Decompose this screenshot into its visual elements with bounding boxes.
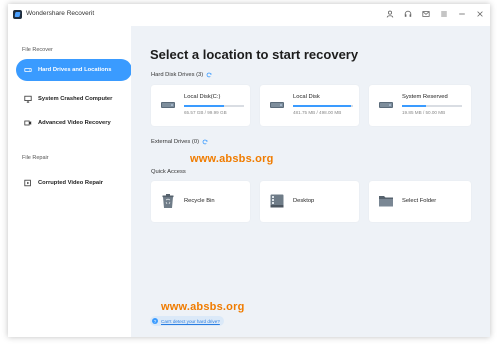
sidebar-item-system-crashed[interactable]: System Crashed Computer — [16, 88, 124, 110]
sidebar-item-label: Corrupted Video Repair — [38, 180, 103, 186]
mail-icon[interactable] — [421, 9, 430, 18]
section-label-file-repair: File Repair — [22, 155, 49, 161]
quick-access-name: Desktop — [293, 198, 315, 204]
hard-disk-group-label: Hard Disk Drives (3) — [151, 72, 212, 78]
drive-size: 481.75 MB / 498.00 MB — [293, 110, 342, 115]
drive-size: 19.85 MB / 50.00 MB — [402, 110, 446, 115]
title-bar: Wondershare Recoverit — [8, 4, 490, 26]
sidebar-item-hard-drives[interactable]: Hard Drives and Locations — [16, 59, 132, 81]
external-drives-label: External Drives (0) — [151, 139, 208, 145]
drive-card-system-reserved[interactable]: System Reserved 19.85 MB / 50.00 MB — [369, 85, 471, 126]
hard-drive-icon — [161, 102, 175, 108]
video-repair-icon — [24, 179, 32, 187]
video-icon — [24, 119, 32, 127]
section-label-file-recover: File Recover — [22, 47, 53, 53]
drive-usage-bar — [402, 105, 462, 107]
sidebar-item-advanced-video[interactable]: Advanced Video Recovery — [16, 112, 124, 134]
headset-icon[interactable] — [403, 9, 412, 18]
page-title: Select a location to start recovery — [150, 47, 359, 62]
quick-access-recycle-bin[interactable]: Recycle Bin — [151, 181, 250, 222]
sidebar-item-label: Advanced Video Recovery — [38, 120, 111, 126]
drive-card-local-disk[interactable]: Local Disk 481.75 MB / 498.00 MB — [260, 85, 359, 126]
drive-usage-bar — [293, 105, 353, 107]
refresh-icon[interactable] — [206, 72, 212, 78]
watermark-text: www.absbs.org — [190, 153, 274, 165]
hard-drive-icon — [270, 102, 284, 108]
title-bar-controls — [385, 9, 484, 18]
close-icon[interactable] — [475, 9, 484, 18]
quick-access-label: Quick Access — [151, 169, 186, 175]
question-icon: ? — [152, 318, 158, 324]
drive-card-local-disk-c[interactable]: Local Disk(C:) 65.57 GB / 99.99 GB — [151, 85, 250, 126]
watermark-text: www.absbs.org — [161, 301, 245, 313]
drive-usage-fill — [293, 105, 352, 107]
drive-name: System Reserved — [402, 94, 448, 100]
quick-access-label-text: Quick Access — [151, 169, 186, 175]
hard-drive-icon — [379, 102, 393, 108]
sidebar: File Recover Hard Drives and Locations S… — [8, 26, 132, 337]
sidebar-item-label: Hard Drives and Locations — [38, 67, 112, 73]
main-panel: Select a location to start recovery Hard… — [131, 26, 490, 337]
drive-name: Local Disk(C:) — [184, 94, 221, 100]
recycle-bin-icon — [162, 194, 174, 208]
user-icon[interactable] — [385, 9, 394, 18]
hard-drive-help-link[interactable]: ? Can't detect your hard drive? — [150, 316, 224, 326]
drive-size: 65.57 GB / 99.99 GB — [184, 110, 227, 115]
external-label-text: External Drives (0) — [151, 139, 199, 145]
help-link-text: Can't detect your hard drive? — [161, 318, 220, 324]
quick-access-name: Recycle Bin — [184, 198, 215, 204]
refresh-icon[interactable] — [202, 139, 208, 145]
drive-name: Local Disk — [293, 94, 320, 100]
monitor-icon — [24, 95, 32, 103]
drive-usage-fill — [184, 105, 224, 107]
folder-icon — [379, 196, 393, 207]
quick-access-desktop[interactable]: Desktop — [260, 181, 359, 222]
quick-access-select-folder[interactable]: Select Folder — [369, 181, 471, 222]
drive-usage-fill — [402, 105, 426, 107]
menu-icon[interactable] — [439, 9, 448, 18]
minimize-icon[interactable] — [457, 9, 466, 18]
app-logo-icon — [13, 10, 22, 19]
hard-disk-label-text: Hard Disk Drives (3) — [151, 72, 204, 78]
drive-usage-bar — [184, 105, 244, 107]
app-title: Wondershare Recoverit — [26, 10, 95, 17]
quick-access-name: Select Folder — [402, 198, 437, 204]
sidebar-item-corrupted-video[interactable]: Corrupted Video Repair — [16, 172, 124, 194]
app-window: Wondershare Recoverit File Recover Hard … — [8, 4, 490, 337]
desktop-icon — [270, 194, 284, 208]
hard-drive-icon — [24, 66, 32, 74]
sidebar-item-label: System Crashed Computer — [38, 96, 113, 102]
